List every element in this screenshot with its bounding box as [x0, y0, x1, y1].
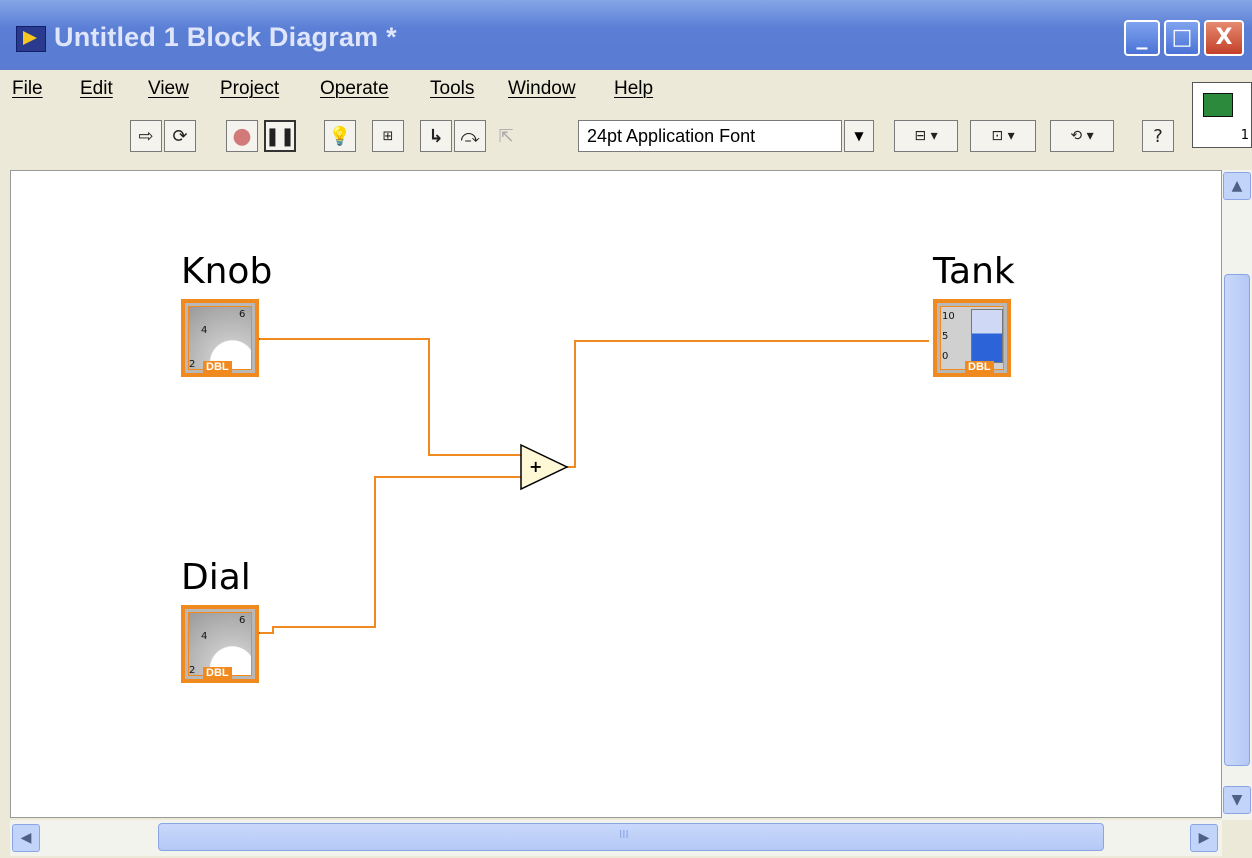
reorder-button[interactable]: ⟲ ▾	[1050, 120, 1114, 152]
retain-wire-icon: ⊞	[382, 128, 394, 144]
add-function[interactable]: +	[520, 443, 569, 491]
dial-scale-6: 6	[239, 615, 246, 626]
vertical-scrollbar[interactable]: ▲ ▼	[1222, 170, 1252, 820]
pause-button[interactable]: ❚❚	[264, 120, 296, 152]
chevron-down-icon: ▼	[1231, 792, 1243, 808]
distribute-icon: ⊡ ▾	[991, 128, 1015, 144]
vi-icon[interactable]: 1	[1192, 82, 1252, 148]
pause-icon: ❚❚	[264, 125, 296, 147]
step-over-icon: ⤼	[460, 125, 480, 147]
context-help-button[interactable]: ?	[1142, 120, 1174, 152]
step-over-button[interactable]: ⤼	[454, 120, 486, 152]
minimize-icon: _	[1136, 25, 1148, 50]
tank-scale-0: 0	[942, 351, 949, 362]
step-into-button[interactable]: ↳	[420, 120, 452, 152]
menu-project[interactable]: Project	[220, 78, 279, 100]
step-into-icon: ↳	[428, 125, 444, 147]
dial-terminal[interactable]: 4 6 2 DBL	[181, 605, 259, 683]
run-arrow-icon: ⇨	[138, 125, 154, 147]
menu-view[interactable]: View	[148, 78, 189, 100]
horizontal-scroll-thumb[interactable]: III	[158, 823, 1104, 851]
knob-type-badge: DBL	[203, 361, 232, 373]
scroll-down-button[interactable]: ▼	[1223, 786, 1251, 814]
close-button[interactable]: X	[1204, 20, 1244, 56]
window-title: Untitled 1 Block Diagram *	[54, 22, 397, 52]
dial-scale-4: 4	[201, 631, 208, 642]
tank-label[interactable]: Tank	[933, 251, 1015, 292]
align-objects-button[interactable]: ⊟ ▾	[894, 120, 958, 152]
tank-scale-5: 5	[942, 331, 949, 342]
menu-window[interactable]: Window	[508, 78, 576, 100]
tank-scale-10: 10	[942, 311, 955, 322]
block-diagram-canvas[interactable]: + Knob 4 6 2 DBL Dial 4 6 2 DBL Tank 10 …	[10, 170, 1222, 818]
menu-tools[interactable]: Tools	[430, 78, 474, 100]
minimize-button[interactable]: _	[1124, 20, 1160, 56]
abort-icon: ●	[232, 123, 252, 149]
step-out-icon: ⇱	[498, 125, 514, 147]
menu-file[interactable]: File	[12, 78, 43, 100]
maximize-icon: □	[1171, 25, 1193, 50]
scroll-right-button[interactable]: ▶	[1190, 824, 1218, 852]
scroll-left-button[interactable]: ◀	[12, 824, 40, 852]
scroll-up-button[interactable]: ▲	[1223, 172, 1251, 200]
vi-icon-number: 1	[1240, 128, 1249, 143]
retain-wire-values-button[interactable]: ⊞	[372, 120, 404, 152]
knob-scale-2: 2	[189, 359, 196, 370]
wire-add-to-tank[interactable]	[567, 340, 929, 468]
knob-label[interactable]: Knob	[181, 251, 272, 292]
dial-label[interactable]: Dial	[181, 557, 251, 598]
knob-scale-6: 6	[239, 309, 246, 320]
toolbar: ⇨ ⟳ ● ❚❚ 💡 ⊞ ↳ ⤼ ⇱ 24pt Application Font…	[118, 112, 1188, 158]
step-out-button[interactable]: ⇱	[490, 120, 522, 152]
knob-scale-4: 4	[201, 325, 208, 336]
menu-edit[interactable]: Edit	[80, 78, 113, 100]
highlight-bulb-icon: 💡	[328, 125, 352, 147]
title-bar[interactable]: Untitled 1 Block Diagram * _ □ X	[0, 0, 1252, 70]
maximize-button[interactable]: □	[1164, 20, 1200, 56]
menu-bar: File Edit View Project Operate Tools Win…	[10, 72, 1190, 106]
chevron-up-icon: ▲	[1231, 178, 1243, 194]
add-function-symbol: +	[529, 457, 542, 476]
run-button[interactable]: ⇨	[130, 120, 162, 152]
chevron-down-icon: ▼	[854, 129, 864, 143]
dial-scale-2: 2	[189, 665, 196, 676]
menu-operate[interactable]: Operate	[320, 78, 389, 100]
wire-dial-to-add[interactable]	[251, 476, 521, 634]
distribute-objects-button[interactable]: ⊡ ▾	[970, 120, 1036, 152]
dial-type-badge: DBL	[203, 667, 232, 679]
tank-type-badge: DBL	[965, 361, 994, 373]
knob-terminal[interactable]: 4 6 2 DBL	[181, 299, 259, 377]
abort-button[interactable]: ●	[226, 120, 258, 152]
tank-terminal[interactable]: 10 5 0 DBL	[933, 299, 1011, 377]
align-icon: ⊟ ▾	[914, 128, 938, 144]
reorder-icon: ⟲ ▾	[1070, 128, 1094, 144]
menu-help[interactable]: Help	[614, 78, 653, 100]
chevron-right-icon: ▶	[1198, 830, 1210, 846]
font-dropdown-button[interactable]: ▼	[844, 120, 874, 152]
font-select[interactable]: 24pt Application Font	[578, 120, 842, 152]
highlight-execution-button[interactable]: 💡	[324, 120, 356, 152]
scroll-grip: III	[619, 828, 629, 841]
close-icon: X	[1215, 25, 1233, 50]
tank-scale: 10 5 0	[942, 307, 955, 367]
run-continuously-button[interactable]: ⟳	[164, 120, 196, 152]
vertical-scroll-thumb[interactable]	[1224, 274, 1250, 766]
labview-app-icon[interactable]	[16, 26, 46, 52]
tank-level-bar	[971, 309, 1003, 363]
horizontal-scrollbar[interactable]: ◀ III ▶	[10, 820, 1222, 856]
run-continuous-icon: ⟳	[172, 125, 188, 147]
vi-waveform-icon	[1203, 93, 1233, 117]
chevron-left-icon: ◀	[20, 830, 32, 846]
wire-knob-to-add[interactable]	[251, 338, 521, 456]
help-icon: ?	[1153, 125, 1163, 147]
